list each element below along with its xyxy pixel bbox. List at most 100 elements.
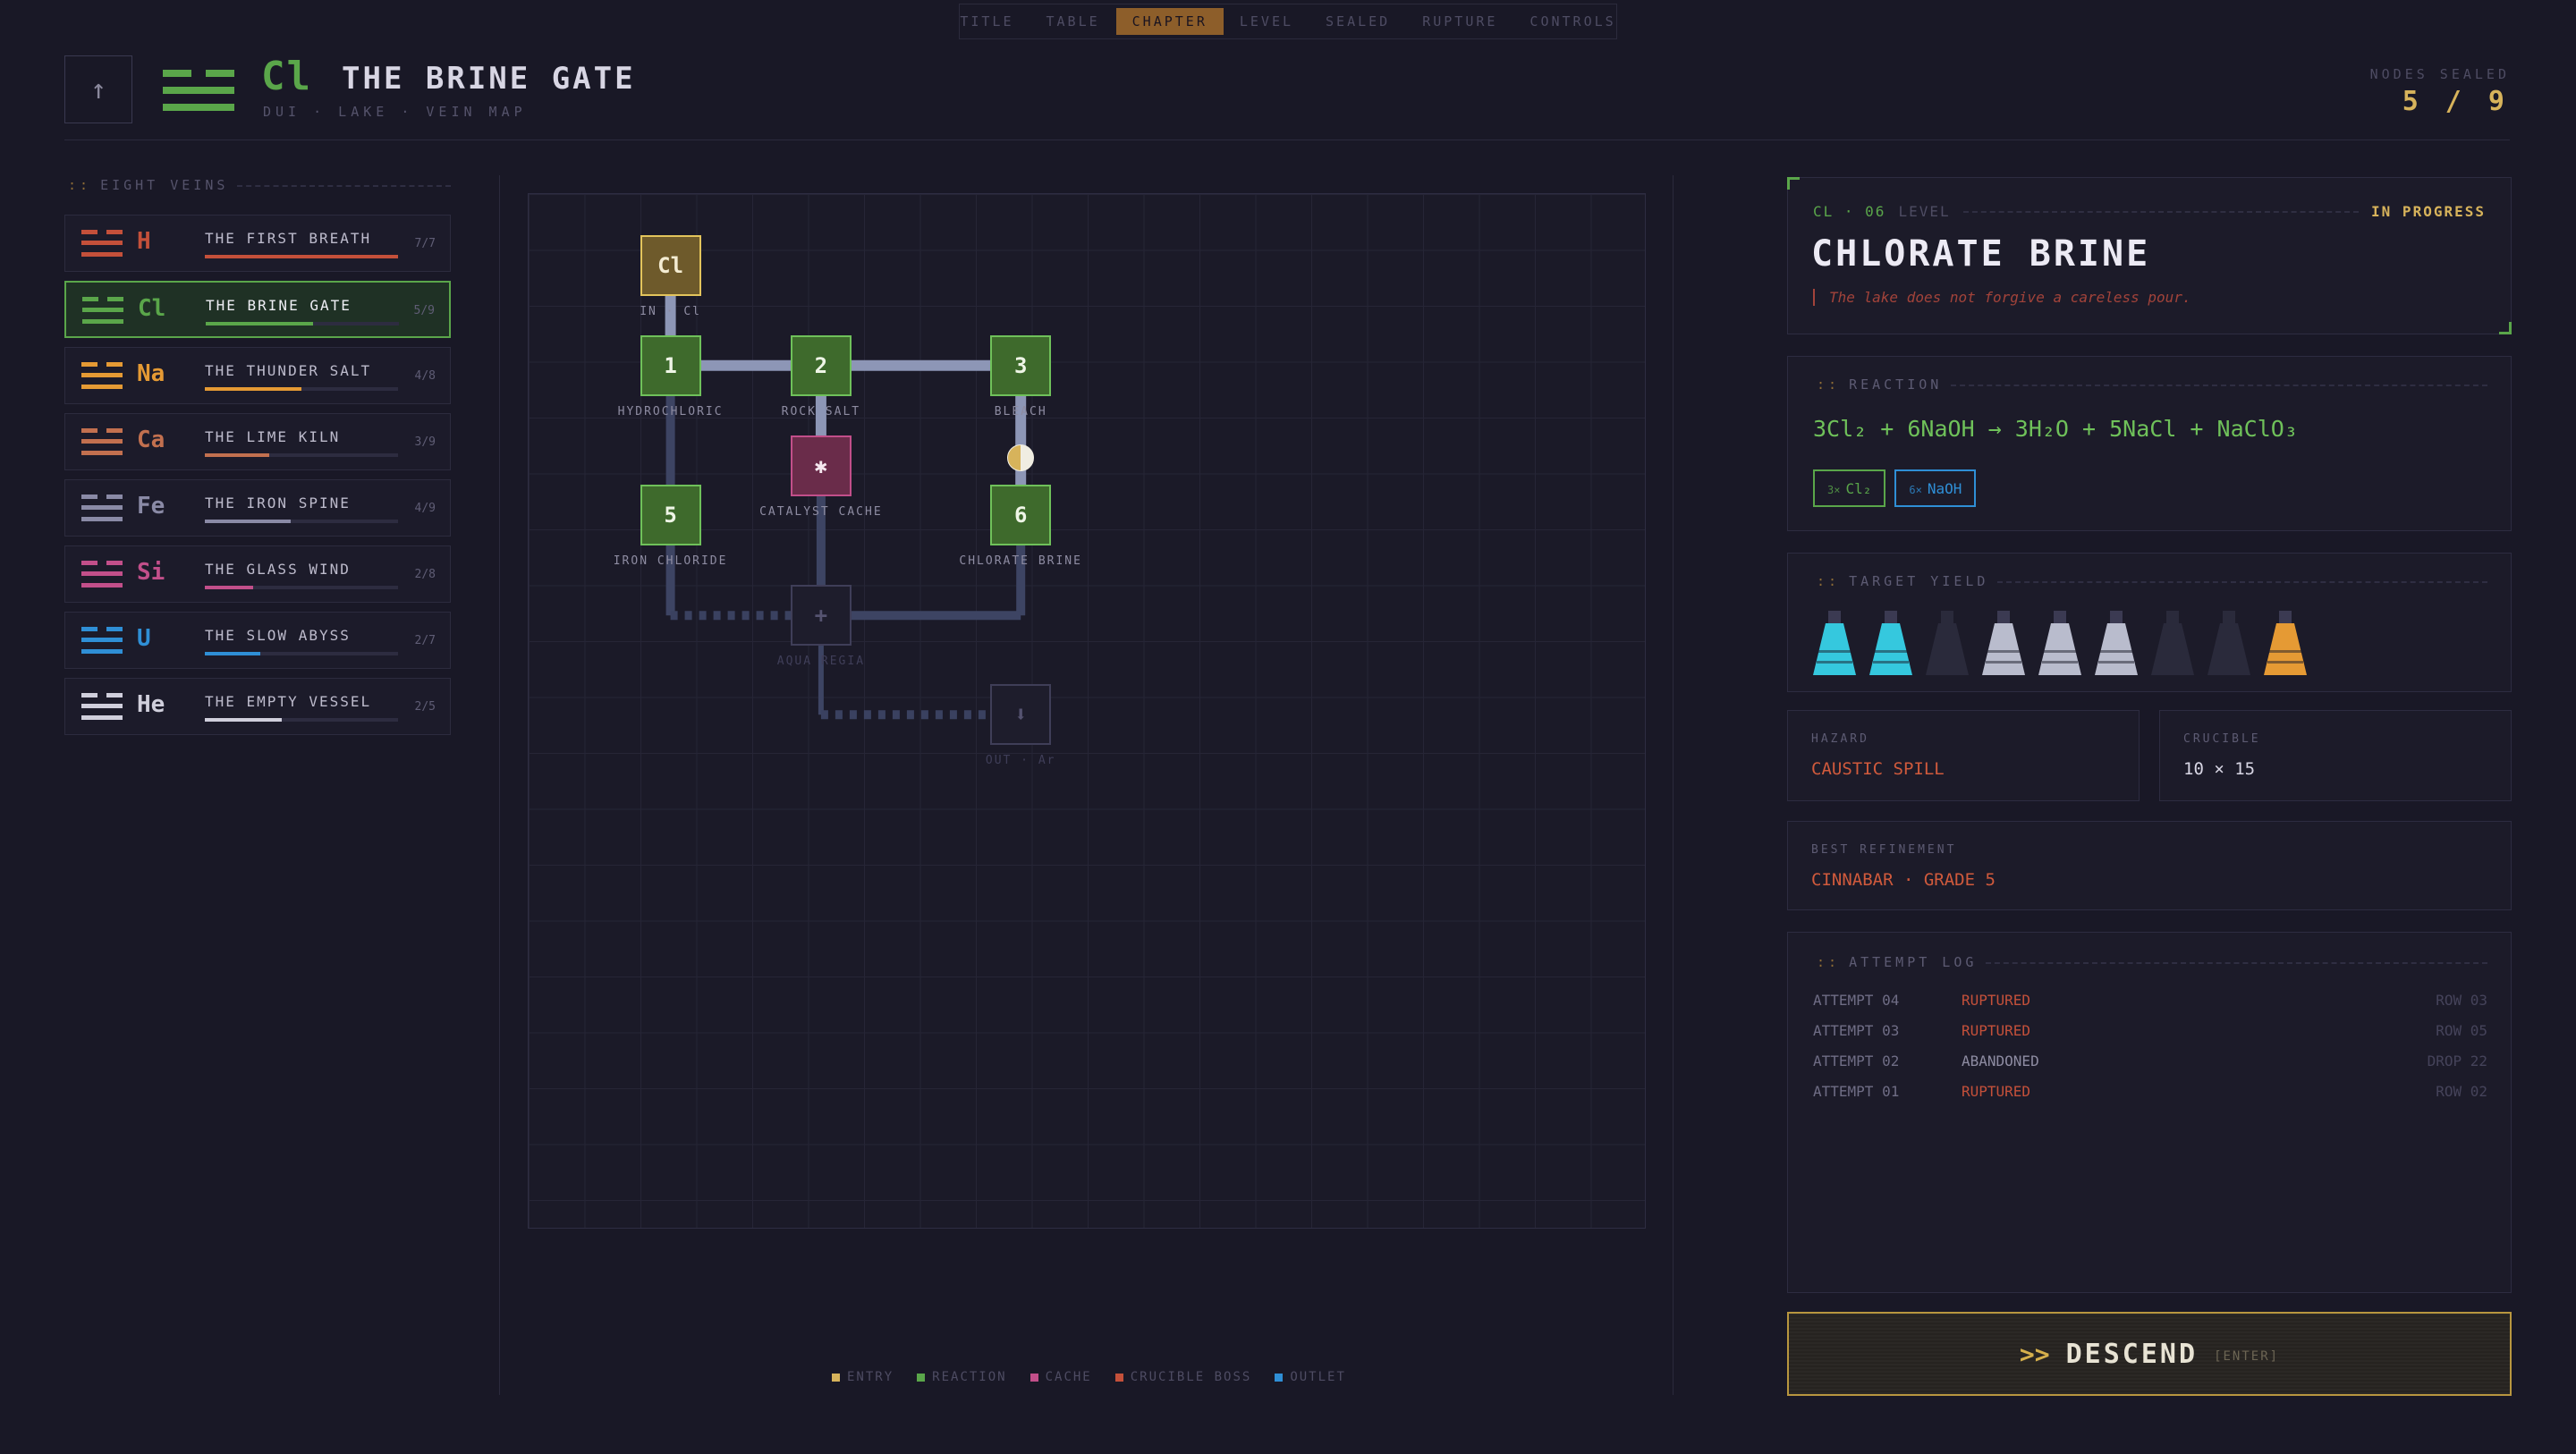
reaction-card: :: REACTION 3Cl₂ + 6NaOH → 3H₂O + 5NaCl … [1787,356,2512,531]
vein-name: THE LIME KILN [205,428,341,445]
reagent-formula: Cl₂ [1845,480,1872,497]
vein-map[interactable]: Cl IN · Cl 1 HYDROCHLORIC 2 ROCK SALT 3 BLEACH ✱… [528,193,1646,1229]
map-node-cache[interactable]: ✱ [790,435,852,496]
vein-count: 3/9 [414,435,436,449]
vein-progress-fill [205,453,269,457]
vein-progress-fill [205,652,260,655]
descend-label: DESCEND [2065,1338,2199,1370]
node-glyph: 6 [1013,503,1028,528]
log-result: RUPTURED [1962,1082,2031,1100]
map-node-outlet[interactable]: ⬇ [990,684,1052,746]
vein-progress-fill [205,255,398,258]
yield-flask-icon [2038,611,2081,675]
vein-item-si[interactable]: Si THE GLASS WIND 2/8 [64,545,451,603]
node-glyph: 2 [814,352,828,378]
legend-item: CRUCIBLE BOSS [1114,1370,1252,1384]
heading-rule [1986,962,2487,964]
yield-flask-icon [1926,611,1969,675]
vein-progress-fill [206,322,314,325]
vein-symbol: Fe [137,493,165,520]
log-result: RUPTURED [1962,1021,2031,1039]
heading-rule [1997,581,2487,583]
vein-symbol: Na [137,360,165,387]
map-node-entry[interactable]: Cl [640,234,701,296]
vein-name: THE SLOW ABYSS [205,627,351,644]
reagent-chip: 3× Cl₂ [1813,469,1886,507]
node-label: ROCK SALT [781,404,861,418]
yield-flask-icon [1813,611,1856,675]
node-label: BLEACH [994,404,1047,418]
heading-dots: :: [1817,573,1841,589]
heading-dots: :: [1817,954,1841,970]
node-label: IRON CHLORIDE [613,554,728,568]
best-card: BEST REFINEMENT CINNABAR · GRADE 5 [1787,821,2512,910]
log-detail: ROW 05 [2436,1021,2487,1039]
crucible-label: CRUCIBLE [2183,732,2261,746]
veins-heading: :: EIGHT VEINS [68,177,451,193]
vein-glyph-icon [81,561,123,588]
vein-item-ca[interactable]: Ca THE LIME KILN 3/9 [64,413,451,470]
descend-button[interactable]: >> DESCEND [ENTER] [1787,1312,2512,1396]
map-node-boss[interactable]: + [790,585,852,647]
vein-glyph-icon [81,230,123,257]
back-button[interactable]: ↑ [64,55,132,123]
vein-item-cl[interactable]: Cl THE BRINE GATE 5/9 [64,281,451,338]
sidebar-divider [499,175,500,1395]
map-node-n6[interactable]: 6 [990,485,1052,545]
map-node-n5[interactable]: 5 [640,485,701,545]
map-node-n1[interactable]: 1 [640,334,701,396]
vein-progress-fill [205,586,253,589]
vein-count: 5/9 [413,304,435,317]
vein-item-he[interactable]: He THE EMPTY VESSEL 2/5 [64,678,451,735]
log-row: ATTEMPT 02 ABANDONED DROP 22 [1813,1045,2487,1076]
nodes-sealed-label: NODES SEALED [2369,66,2510,82]
node-glyph: ✱ [814,453,828,478]
log-attempt: ATTEMPT 04 [1813,991,1900,1009]
tab-sealed[interactable]: SEALED [1309,8,1406,35]
node-label: CATALYST CACHE [759,505,883,519]
node-glyph: 1 [664,352,677,378]
vein-item-fe[interactable]: Fe THE IRON SPINE 4/9 [64,479,451,537]
tab-controls[interactable]: CONTROLS [1513,8,1631,35]
vein-progress-bar [205,652,398,655]
tab-title[interactable]: TITLE [944,8,1030,35]
vein-symbol: Ca [137,427,165,453]
vein-name: THE FIRST BREATH [205,230,372,247]
vein-progress-bar [205,387,398,391]
vein-symbol: H [137,228,151,255]
hazard-card: HAZARD CAUSTIC SPILL [1787,710,2140,801]
chapter-subtitle: DUI · LAKE · VEIN MAP [263,104,527,120]
vein-item-na[interactable]: Na THE THUNDER SALT 4/8 [64,347,451,404]
heading-rule [1951,385,2487,386]
crucible-value: 10 × 15 [2183,759,2256,779]
legend-swatch [917,1373,926,1382]
tab-table[interactable]: TABLE [1030,8,1115,35]
hazard-value: CAUSTIC SPILL [1811,759,1945,779]
legend-label: CACHE [1045,1370,1092,1384]
map-node-n3[interactable]: 3 [990,334,1052,396]
node-label: OUT · Ar [985,754,1056,768]
log-attempt: ATTEMPT 01 [1813,1082,1900,1100]
vein-glyph-icon [81,428,123,455]
level-quote: The lake does not forgive a careless pou… [1813,289,2191,306]
tab-rupture[interactable]: RUPTURE [1406,8,1513,35]
vein-item-h[interactable]: H THE FIRST BREATH 7/7 [64,215,451,272]
vein-glyph-icon [81,627,123,654]
legend-label: REACTION [932,1370,1007,1384]
legend-item: ENTRY [832,1370,894,1384]
map-node-n2[interactable]: 2 [790,334,852,396]
log-attempt: ATTEMPT 03 [1813,1021,1900,1039]
vein-progress-bar [206,322,399,325]
legend-item: REACTION [917,1370,1006,1384]
descend-chevron-icon: >> [2019,1339,2050,1369]
heading-rule [237,185,451,187]
log-result: ABANDONED [1962,1052,2039,1069]
chapter-symbol: Cl [261,54,312,99]
reagent-qty: 6× [1909,484,1922,496]
vein-count: 7/7 [414,237,436,250]
heading-dots: :: [68,177,92,193]
tab-level[interactable]: LEVEL [1224,8,1309,35]
vein-item-u[interactable]: U THE SLOW ABYSS 2/7 [64,612,451,669]
tab-chapter[interactable]: CHAPTER [1115,8,1224,35]
vein-count: 2/7 [414,634,436,647]
